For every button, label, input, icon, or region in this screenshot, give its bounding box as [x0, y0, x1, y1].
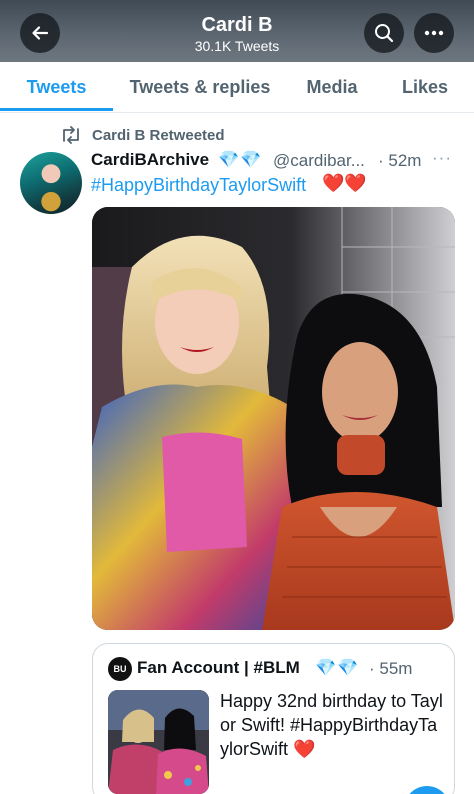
retweet-icon: [63, 126, 79, 144]
quote-photo-thumbnail[interactable]: [108, 690, 209, 794]
search-icon: [375, 24, 394, 43]
more-button[interactable]: [414, 13, 454, 53]
quote-heart-emoji-icon: ❤️: [293, 739, 316, 759]
retweet-context[interactable]: Cardi B Retweeted: [60, 124, 225, 146]
photo-illustration: [92, 207, 455, 630]
quote-timestamp[interactable]: · 55m: [369, 659, 412, 679]
quote-text-body: Happy 32nd birthday to Taylor Swift! #Ha…: [220, 691, 443, 759]
tweet-timestamp[interactable]: · 52m: [378, 151, 421, 171]
active-tab-indicator: [0, 108, 113, 111]
tweet-more-icon[interactable]: ···: [432, 148, 452, 168]
retweet-label: Cardi B Retweeted: [92, 126, 225, 144]
quote-text: Happy 32nd birthday to Taylor Swift! #Ha…: [220, 689, 445, 761]
gem-emoji-icon: 💎💎: [218, 150, 263, 169]
tweet-hashtag[interactable]: #HappyBirthdayTaylorSwift: [91, 175, 306, 196]
author-avatar[interactable]: [20, 152, 82, 214]
search-button[interactable]: [364, 13, 404, 53]
tab-tweets-and-replies[interactable]: Tweets & replies: [120, 62, 280, 112]
tab-likes[interactable]: Likes: [392, 62, 458, 112]
quote-gem-emoji-icon: 💎💎: [315, 658, 360, 677]
author-name[interactable]: CardiBArchive: [91, 150, 209, 170]
quote-author-avatar[interactable]: BU: [108, 657, 132, 681]
tab-media[interactable]: Media: [296, 62, 368, 112]
tab-tweets[interactable]: Tweets: [0, 62, 113, 112]
more-horizontal-icon: [424, 30, 444, 36]
quote-author-name[interactable]: Fan Account | #BLM: [137, 658, 300, 678]
tweet-count: 30.1K Tweets: [194, 38, 280, 54]
author-handle[interactable]: @cardibar...: [273, 151, 365, 171]
profile-tabs: Tweets Tweets & replies Media Likes: [0, 62, 474, 113]
tweet-photo[interactable]: [92, 207, 455, 630]
profile-header: Cardi B 30.1K Tweets: [0, 0, 474, 62]
heart-emoji-icon: ❤️❤️: [322, 173, 367, 193]
thumbnail-illustration: [108, 690, 209, 794]
